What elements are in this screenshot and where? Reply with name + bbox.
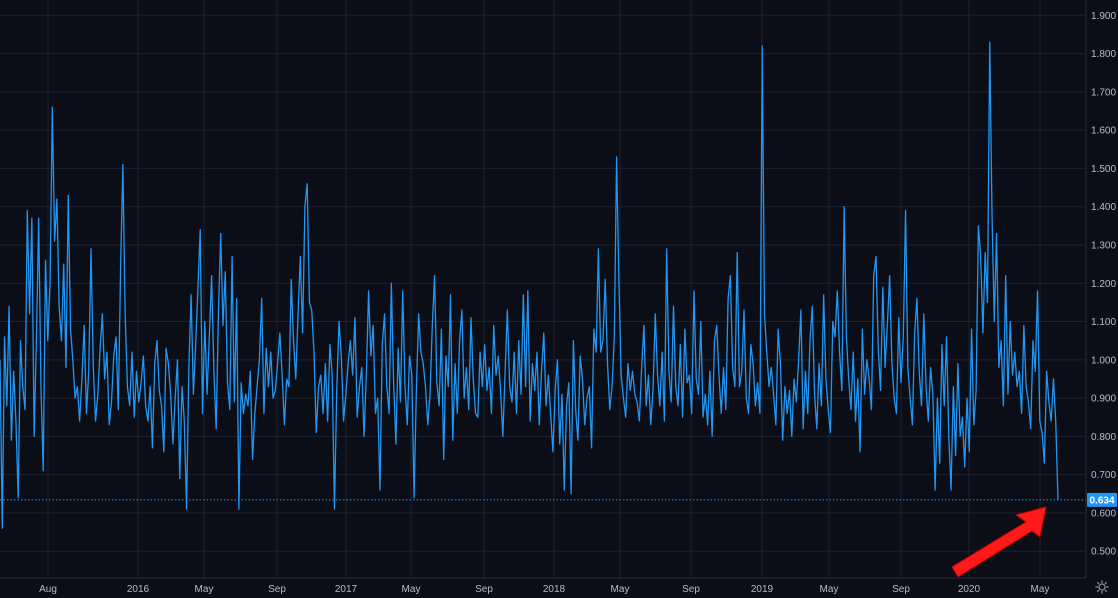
chart-area[interactable]: 0.500 0.600 0.700 0.800 0.900 1.000 1.100 1.200…	[0, 0, 1118, 598]
chart-background	[0, 0, 1118, 598]
settings-button[interactable]	[1092, 578, 1112, 596]
y-tick-label: 1.500	[1091, 164, 1116, 175]
y-tick-label: 1.000	[1091, 355, 1116, 366]
y-tick-label: 0.600	[1091, 508, 1116, 519]
x-tick-label: May	[820, 584, 839, 595]
x-tick-label: Aug	[39, 584, 57, 595]
y-tick-label: 1.900	[1091, 11, 1116, 22]
x-tick-label: 2016	[127, 584, 150, 595]
y-tick-label: 1.200	[1091, 279, 1116, 290]
x-tick-label: 2017	[335, 584, 358, 595]
x-tick-label: Sep	[475, 584, 493, 595]
y-tick-label: 0.700	[1091, 470, 1116, 481]
last-value-tag: 0.634	[1087, 492, 1117, 507]
y-axis[interactable]: 0.500 0.600 0.700 0.800 0.900 1.000 1.100 1.200…	[1091, 11, 1116, 558]
y-tick-label: 0.800	[1091, 432, 1116, 443]
y-tick-label: 1.300	[1091, 240, 1116, 251]
x-tick-label: May	[611, 584, 630, 595]
x-tick-label: May	[195, 584, 214, 595]
y-tick-label: 0.500	[1091, 547, 1116, 558]
x-tick-label: 2019	[751, 584, 774, 595]
x-tick-label: Sep	[682, 584, 700, 595]
y-tick-label: 0.900	[1091, 394, 1116, 405]
y-tick-label: 1.700	[1091, 87, 1116, 98]
y-tick-label: 1.600	[1091, 126, 1116, 137]
x-tick-label: May	[402, 584, 421, 595]
y-tick-label: 1.100	[1091, 317, 1116, 328]
x-tick-label: 2018	[543, 584, 566, 595]
x-tick-label: 2020	[958, 584, 981, 595]
x-tick-label: Sep	[268, 584, 286, 595]
x-tick-label: Sep	[892, 584, 910, 595]
gear-icon	[1095, 580, 1109, 594]
y-tick-label: 1.400	[1091, 202, 1116, 213]
y-tick-label: 1.800	[1091, 49, 1116, 60]
x-tick-label: May	[1031, 584, 1050, 595]
last-value-label: 0.634	[1089, 495, 1114, 506]
